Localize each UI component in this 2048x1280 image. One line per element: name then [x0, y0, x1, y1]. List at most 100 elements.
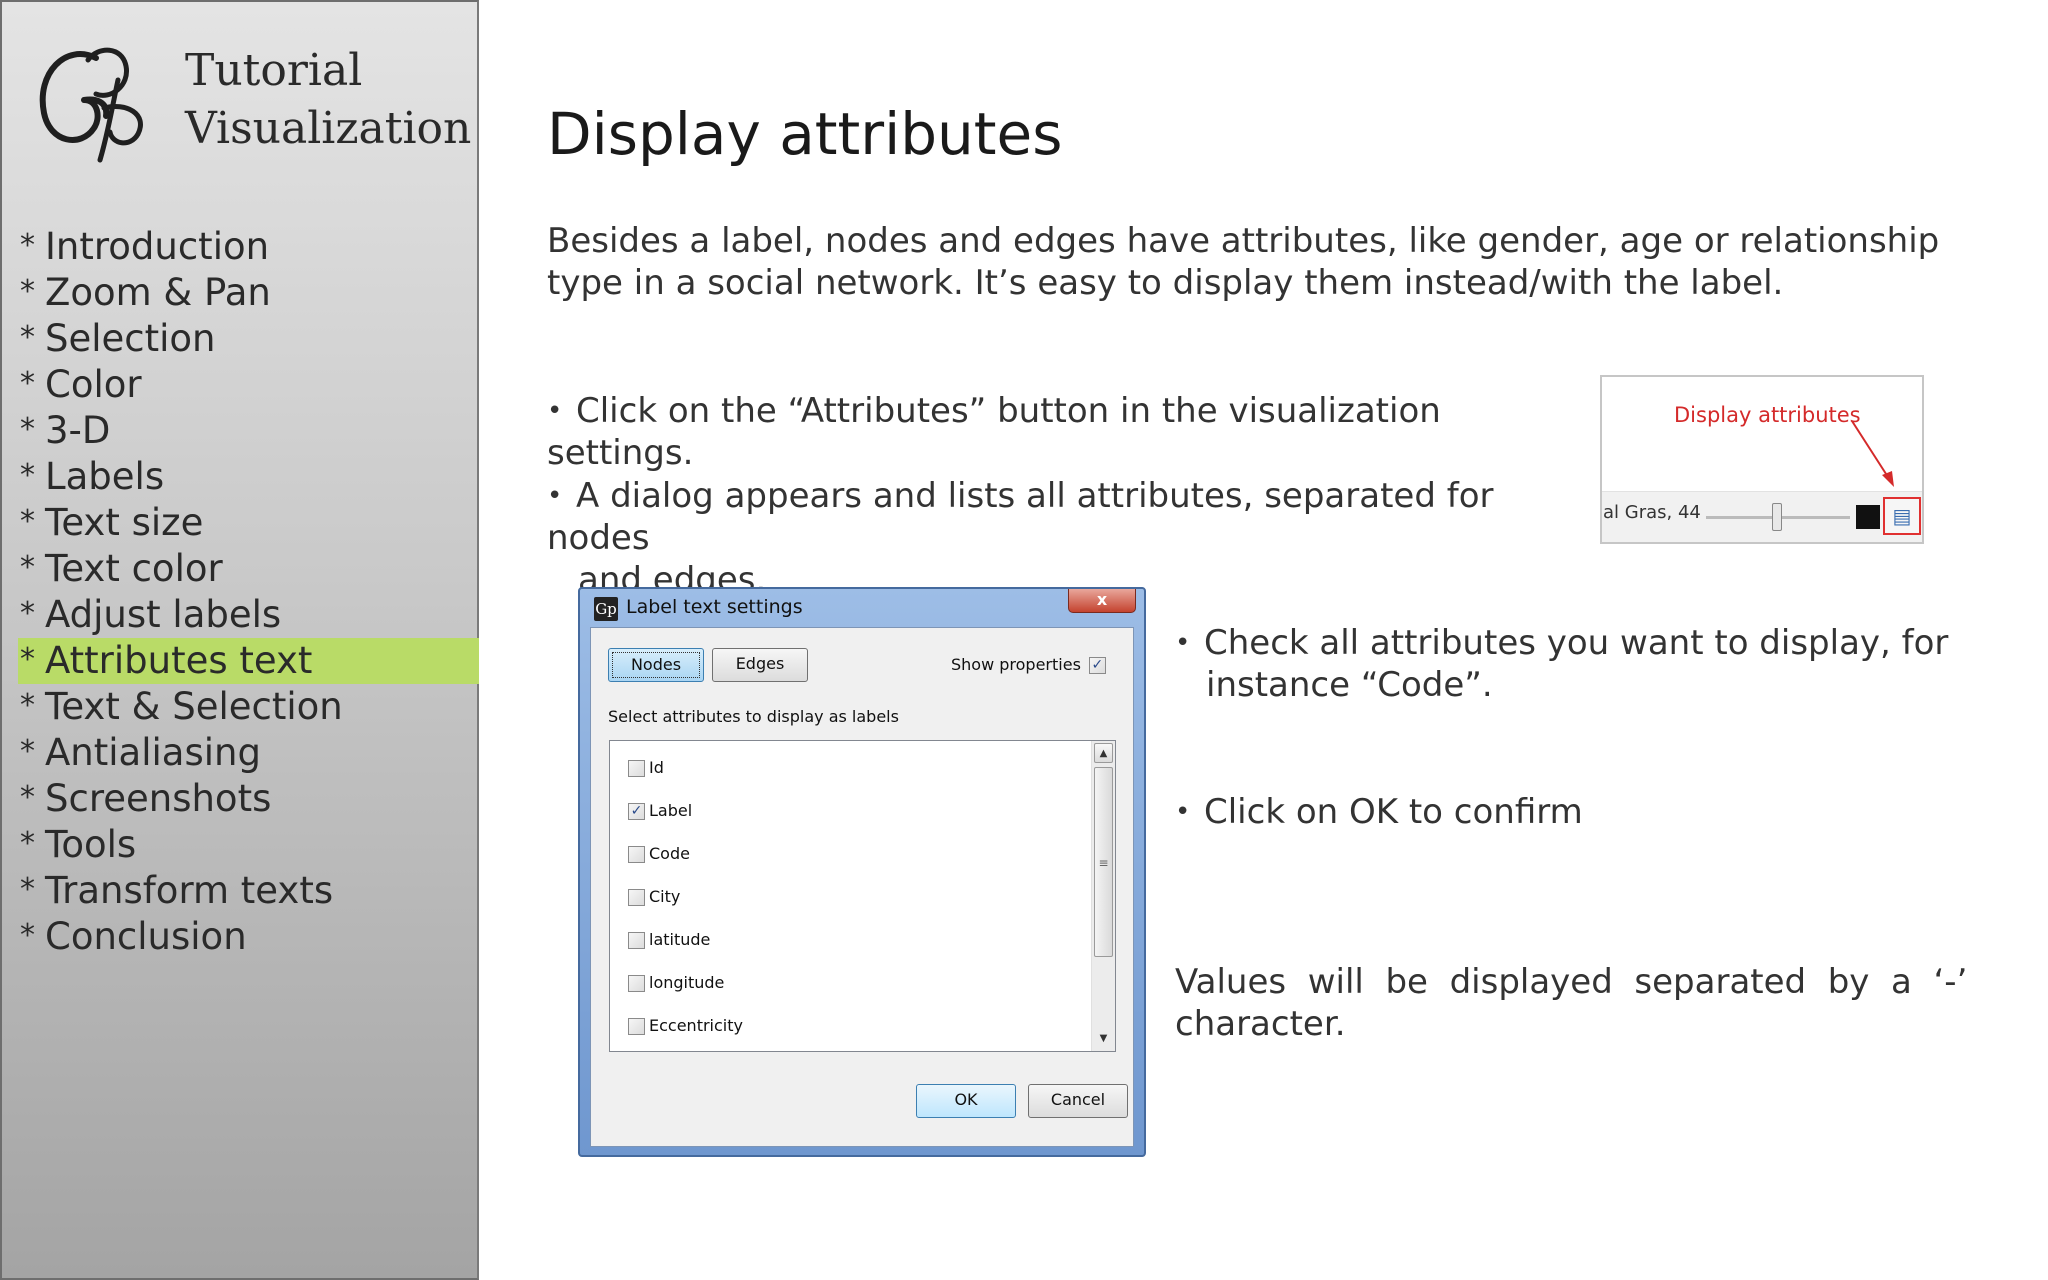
dialog-body: Nodes Edges Show properties ✓ Select attr… [590, 627, 1134, 1147]
attribute-city[interactable]: City [628, 887, 680, 906]
gephi-logo-icon [39, 47, 143, 163]
edges-toggle-button[interactable]: Edges [712, 648, 808, 682]
nav-bullet: * [20, 734, 35, 769]
attribute-label: Id [649, 758, 664, 777]
visualization-settings-bar: ial Gras, 44 ▤ [1600, 491, 1922, 542]
nav-bullet: * [20, 918, 35, 953]
nav-item-screenshots[interactable]: * Screenshots [18, 776, 479, 822]
nav-item-tools[interactable]: * Tools [18, 822, 479, 868]
nav-bullet: * [20, 550, 35, 585]
scroll-thumb[interactable]: ≡ [1094, 767, 1113, 957]
attribute-eccentricity[interactable]: Eccentricity [628, 1016, 743, 1035]
select-attributes-label: Select attributes to display as labels [608, 707, 899, 726]
attribute-checkbox[interactable] [628, 1018, 645, 1035]
attribute-checkbox[interactable] [628, 760, 645, 777]
attribute-checkbox-checked[interactable]: ✓ [628, 803, 645, 820]
attribute-code[interactable]: Code [628, 844, 690, 863]
show-properties-checkbox[interactable]: ✓ [1088, 657, 1106, 674]
nav-item-introduction[interactable]: * Introduction [18, 224, 479, 270]
attribute-checkbox[interactable] [628, 932, 645, 949]
attribute-longitude[interactable]: longitude [628, 973, 724, 992]
nav-item-label: Attributes text [45, 639, 313, 682]
attribute-label: longitude [649, 973, 725, 992]
nav-item-adjust-labels[interactable]: * Adjust labels [18, 592, 479, 638]
nav-item-antialiasing[interactable]: * Antialiasing [18, 730, 479, 776]
attribute-checkbox[interactable] [628, 846, 645, 863]
attributes-icon: ▤ [1892, 504, 1912, 528]
cancel-label: Cancel [1050, 1090, 1106, 1109]
attribute-checkbox[interactable] [628, 975, 645, 992]
attribute-label: Code [649, 844, 690, 863]
nav-item-zoom-pan[interactable]: * Zoom & Pan [18, 270, 479, 316]
nav-item-label: Conclusion [45, 915, 247, 958]
nav-item-attributes-text[interactable]: * Attributes text [18, 638, 479, 684]
attribute-label: Eccentricity [649, 1016, 743, 1035]
attribute-label: City [649, 887, 681, 906]
dialog-title: Label text settings [626, 596, 803, 618]
tutorial-title-line1: Tutorial [185, 45, 363, 96]
bullet-dot: • [547, 396, 563, 426]
nav-item-label: Labels [45, 455, 165, 498]
nav-item-label: Transform texts [45, 869, 334, 912]
nav-item-labels[interactable]: * Labels [18, 454, 479, 500]
nav-item-text-color[interactable]: * Text color [18, 546, 479, 592]
cancel-button[interactable]: Cancel [1028, 1084, 1128, 1118]
show-properties-label: Show properties [951, 655, 1081, 674]
nav-bullet: * [20, 872, 35, 907]
nav-item-label: Antialiasing [45, 731, 261, 774]
bullet-dot: • [547, 481, 563, 511]
ok-label: OK [954, 1090, 978, 1109]
nav-bullet: * [20, 642, 35, 677]
gephi-app-icon: Gp [594, 597, 618, 621]
attribute-label: Label [649, 801, 693, 820]
attributes-button[interactable]: ▤ [1883, 497, 1921, 535]
nav-bullet: * [20, 228, 35, 263]
edges-label: Edges [735, 654, 785, 673]
attribute-checkbox[interactable] [628, 889, 645, 906]
attribute-latitude[interactable]: latitude [628, 930, 710, 949]
tutorial-title: Tutorial Visualization [185, 42, 475, 158]
separator-note: Values will be displayed separated by a … [1175, 961, 1995, 1045]
bullet-dot: • [1175, 797, 1191, 827]
size-slider-thumb[interactable] [1772, 503, 1782, 531]
dialog-titlebar[interactable]: Gp Label text settings x [580, 589, 1144, 627]
list-scrollbar[interactable]: ▲ ≡ ▼ [1091, 741, 1115, 1051]
nav-item-label: Text & Selection [45, 685, 343, 728]
nav-item-selection[interactable]: * Selection [18, 316, 479, 362]
nav-item-label: Text size [45, 501, 204, 544]
nav-item-label: Color [45, 363, 142, 406]
nav-item-conclusion[interactable]: * Conclusion [18, 914, 479, 960]
nav-item-label: Zoom & Pan [45, 271, 271, 314]
nodes-toggle-button[interactable]: Nodes [608, 648, 704, 682]
attribute-label-item[interactable]: ✓ Label [628, 801, 692, 820]
nav-item-label: Selection [45, 317, 216, 360]
scroll-down-icon[interactable]: ▼ [1094, 1029, 1113, 1049]
nav-item-label: Text color [45, 547, 223, 590]
nav-bullet: * [20, 504, 35, 539]
nav-bullet: * [20, 366, 35, 401]
label-text-settings-dialog: Gp Label text settings x Nodes Edges Sho… [578, 587, 1146, 1157]
nav-item-color[interactable]: * Color [18, 362, 479, 408]
nav-item-transform-texts[interactable]: * Transform texts [18, 868, 479, 914]
show-properties-option[interactable]: Show properties ✓ [951, 655, 1106, 674]
ok-button[interactable]: OK [916, 1084, 1016, 1118]
font-value: ial Gras, 44 [1600, 502, 1701, 523]
nav-item-label: Screenshots [45, 777, 272, 820]
nav-item-label: 3-D [45, 409, 111, 452]
tutorial-nav: * Introduction * Zoom & Pan * Selection * Co… [18, 224, 479, 960]
nav-item-text-selection[interactable]: * Text & Selection [18, 684, 479, 730]
nav-bullet: * [20, 458, 35, 493]
nav-item-label: Introduction [45, 225, 270, 268]
nav-item-text-size[interactable]: * Text size [18, 500, 479, 546]
page-title: Display attributes [547, 100, 1063, 168]
nav-bullet: * [20, 596, 35, 631]
color-swatch[interactable] [1856, 505, 1880, 529]
step-dialog-appears: • A dialog appears and lists all attribut… [547, 475, 1567, 601]
bullet-dot: • [1175, 628, 1191, 658]
close-button[interactable]: x [1068, 589, 1136, 613]
nav-item-3d[interactable]: * 3-D [18, 408, 479, 454]
attribute-id[interactable]: Id [628, 758, 664, 777]
step-click-ok: • Click on OK to confirm [1175, 791, 1995, 833]
nav-bullet: * [20, 826, 35, 861]
scroll-up-icon[interactable]: ▲ [1094, 743, 1113, 763]
